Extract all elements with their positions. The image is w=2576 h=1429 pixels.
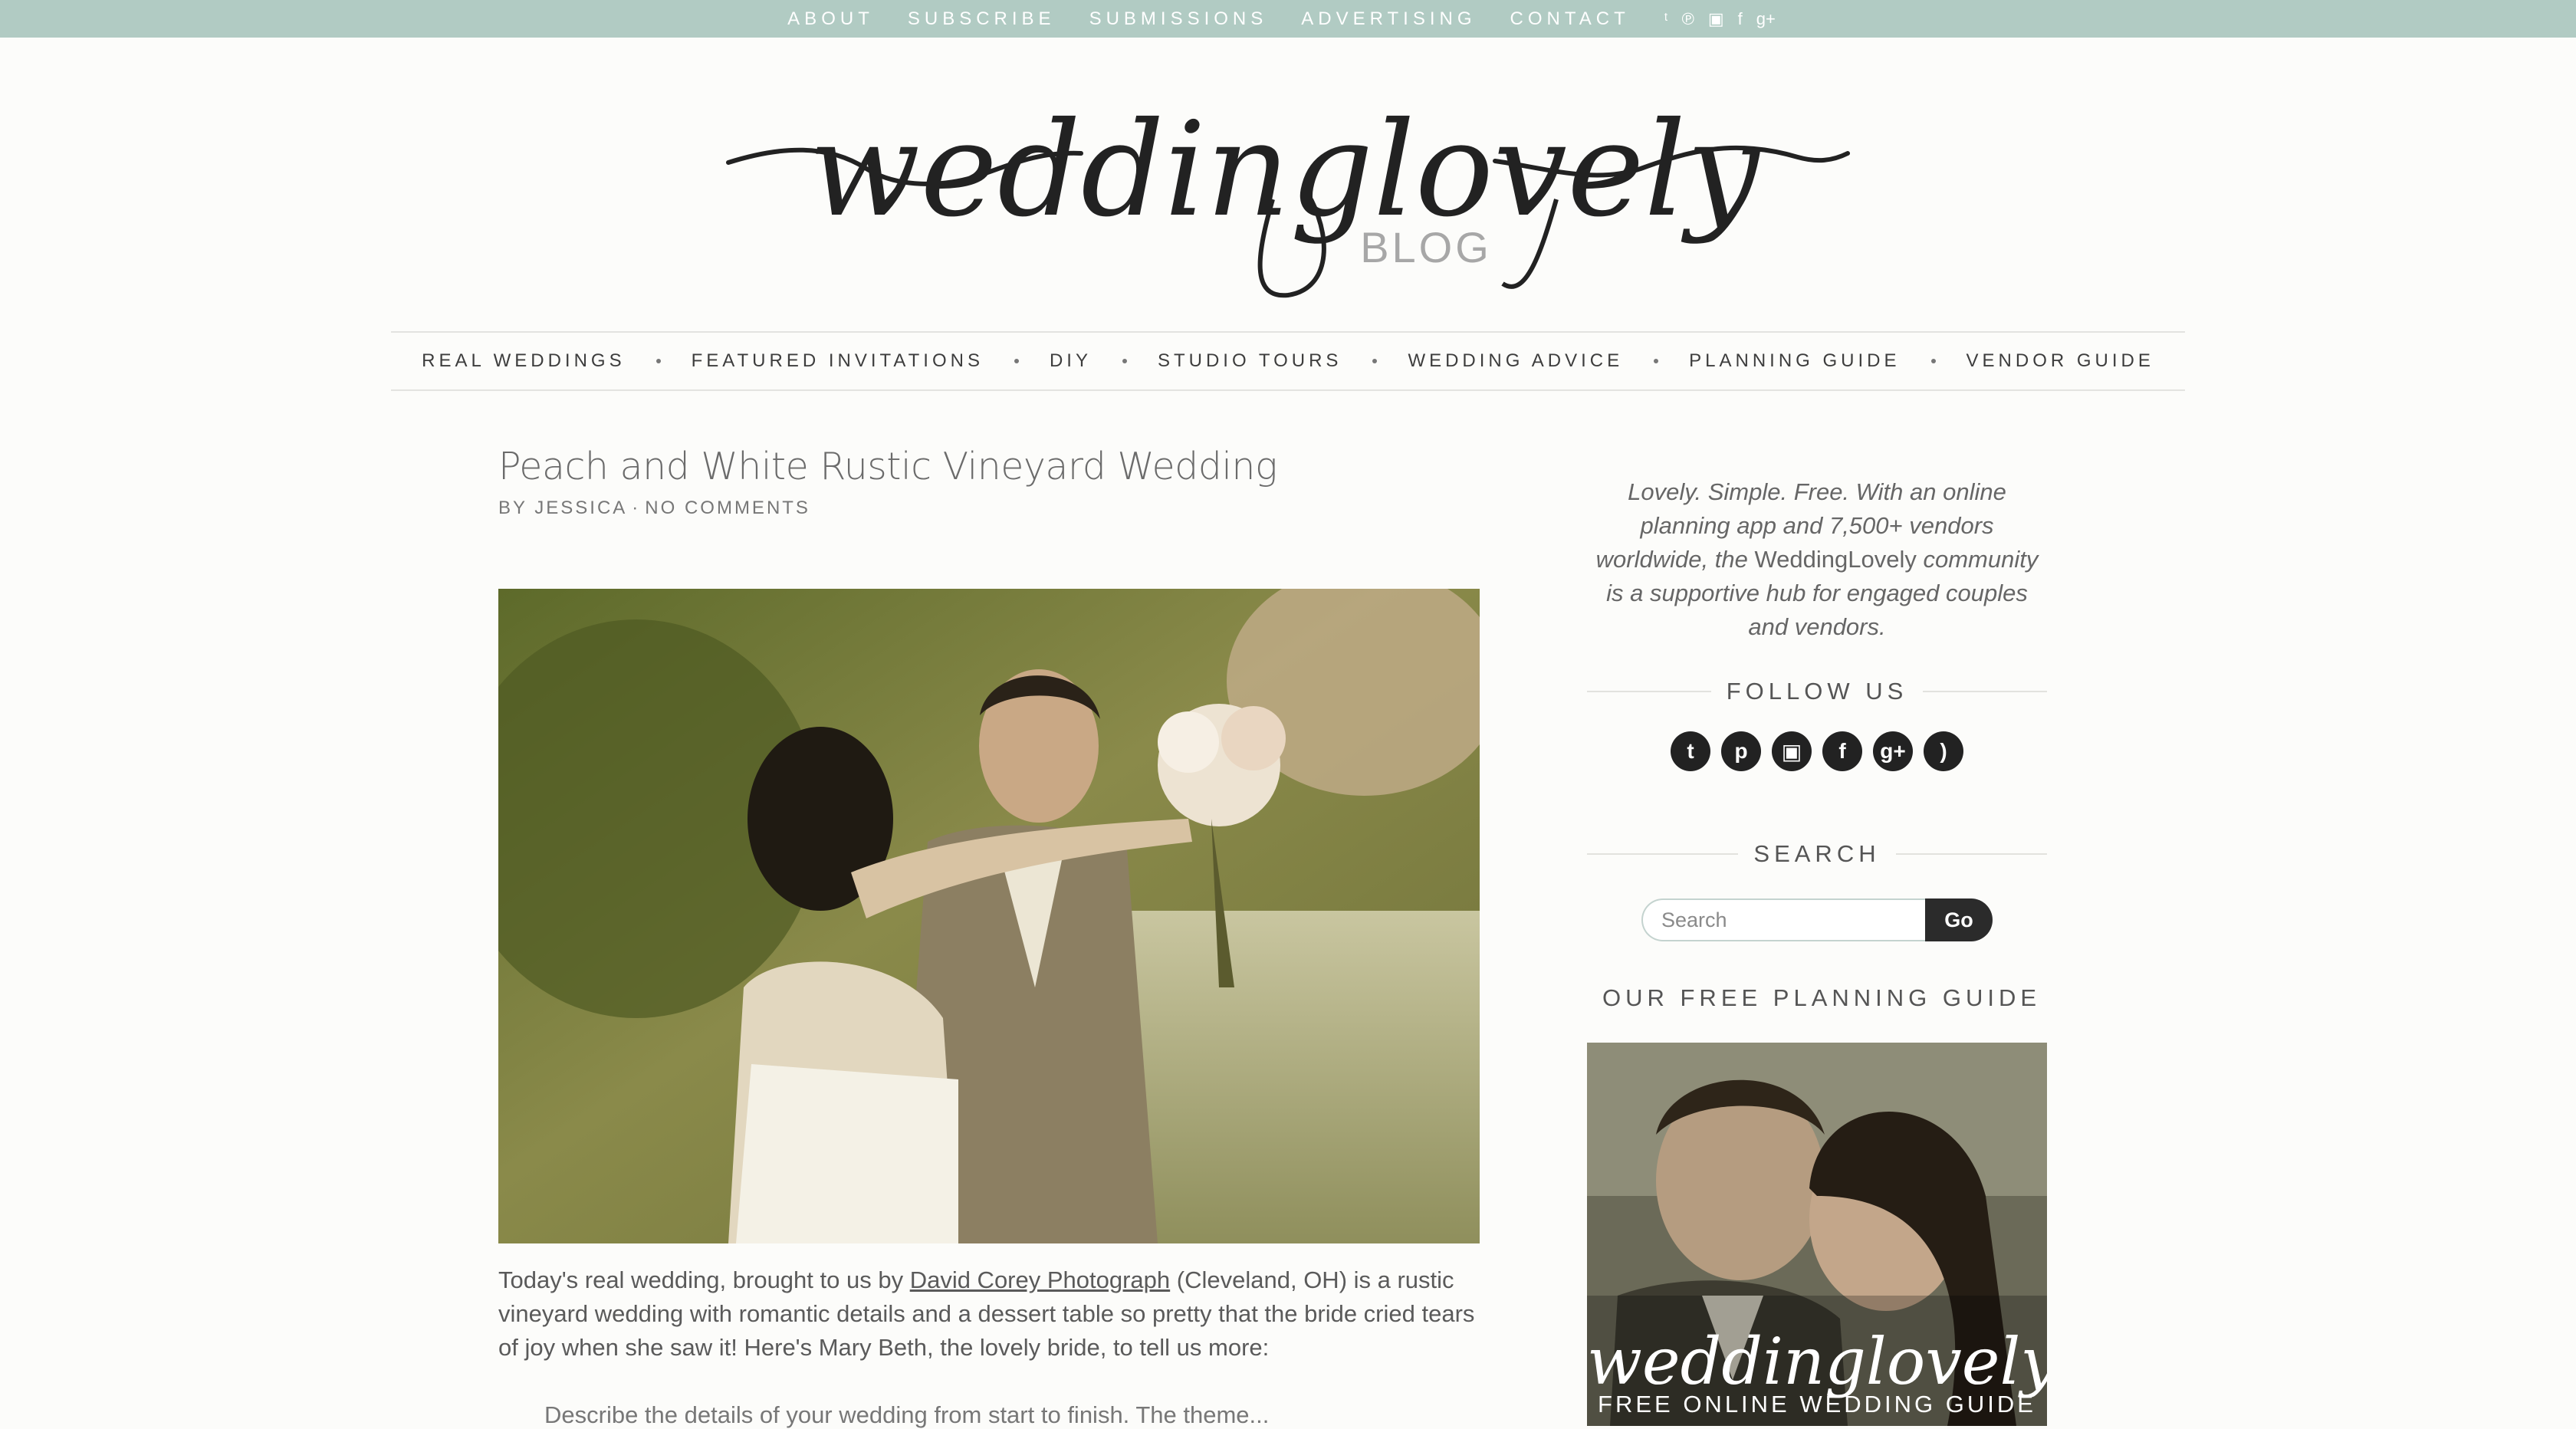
body-text-before: Today's real wedding, brought to us by	[498, 1266, 910, 1293]
photographer-link[interactable]: David Corey Photograph	[910, 1266, 1170, 1293]
planning-guide-banner[interactable]: weddinglovely FREE ONLINE WEDDING GUIDE	[1587, 1043, 2047, 1426]
follow-us-icons: t p ▣ f g+)	[1587, 731, 2047, 771]
heading-rule-left	[1587, 691, 1711, 692]
top-link-about[interactable]: ABOUT	[787, 8, 874, 30]
main-navigation: REAL WEDDINGS FEATURED INVITATIONS DIY STUD…	[391, 331, 2185, 391]
tagline-brand: WeddingLovely	[1754, 546, 1917, 573]
logo-script-text: weddinglovely	[809, 94, 1761, 246]
nav-item-vendor-guide[interactable]: VENDOR GUIDE	[1967, 350, 2154, 372]
pinterest-icon[interactable]: ℗	[1682, 10, 1694, 28]
top-bar-nav: ABOUT SUBSCRIBE SUBMISSIONS ADVERTISING CONT…	[770, 8, 1783, 30]
sidebar-tagline: Lovely. Simple. Free. With an online pla…	[1587, 475, 2047, 644]
search-input[interactable]	[1641, 898, 1925, 941]
top-bar: ABOUT SUBSCRIBE SUBMISSIONS ADVERTISING CONT…	[0, 0, 2576, 38]
guide-script-logo: weddinglovely	[1587, 1324, 2047, 1399]
heading-rule-right	[1923, 691, 2047, 692]
nav-separator-dot	[1014, 359, 1019, 363]
post-body-intro: Today's real wedding, brought to us by D…	[498, 1263, 1495, 1365]
top-link-contact[interactable]: CONTACT	[1510, 8, 1630, 30]
post-body-next-line: Describe the details of your wedding fro…	[544, 1401, 1270, 1428]
follow-us-title: FOLLOW US	[1726, 678, 1908, 705]
follow-us-heading: FOLLOW US	[1587, 678, 2047, 705]
nav-item-wedding-advice[interactable]: WEDDING ADVICE	[1408, 350, 1623, 372]
logo-graphic: weddinglovely BLOG	[726, 94, 1850, 298]
planning-guide-title: OUR FREE PLANNING GUIDE	[1602, 984, 2042, 1011]
twitter-icon[interactable]: ᵗ	[1664, 10, 1668, 28]
top-link-advertising[interactable]: ADVERTISING	[1301, 8, 1476, 30]
post-hero-image[interactable]	[498, 589, 1480, 1243]
heading-rule-right	[1895, 853, 2048, 855]
top-link-submissions[interactable]: SUBMISSIONS	[1089, 8, 1268, 30]
twitter-icon[interactable]: t	[1671, 731, 1710, 771]
nav-separator-dot	[656, 359, 661, 363]
google-plus-icon[interactable]: g+	[1756, 10, 1776, 28]
post-comments-link[interactable]: NO COMMENTS	[645, 498, 810, 518]
nav-item-featured-invitations[interactable]: FEATURED INVITATIONS	[692, 350, 984, 372]
post-article: Peach and White Rustic Vineyard Wedding …	[498, 445, 1480, 1428]
site-logo[interactable]: weddinglovely BLOG	[721, 54, 1855, 307]
instagram-icon[interactable]: ▣	[1708, 10, 1724, 28]
guide-caption: FREE ONLINE WEDDING GUIDE	[1598, 1391, 2036, 1418]
facebook-icon[interactable]: f	[1738, 10, 1743, 28]
search-title: SEARCH	[1753, 840, 1881, 867]
top-link-subscribe[interactable]: SUBSCRIBE	[908, 8, 1056, 30]
heading-rule-left	[1587, 853, 1739, 855]
nav-separator-dot	[1654, 359, 1659, 363]
meta-separator: ·	[632, 498, 641, 518]
post-meta: BY JESSICA · NO COMMENTS	[498, 498, 1480, 519]
post-author[interactable]: BY JESSICA	[498, 498, 627, 518]
google-plus-icon[interactable]: g+	[1873, 731, 1913, 771]
nav-separator-dot	[1372, 359, 1378, 363]
logo-sub-text: BLOG	[1360, 223, 1492, 271]
nav-separator-dot	[1122, 359, 1127, 363]
sidebar: Lovely. Simple. Free. With an online pla…	[1587, 475, 2048, 1426]
nav-item-planning-guide[interactable]: PLANNING GUIDE	[1689, 350, 1900, 372]
rss-icon[interactable]: )	[1924, 731, 1963, 771]
nav-separator-dot	[1930, 359, 1936, 363]
nav-item-real-weddings[interactable]: REAL WEDDINGS	[422, 350, 625, 372]
hero-photo-graphic	[498, 589, 1480, 1243]
search-go-button[interactable]: Go	[1925, 898, 1993, 941]
post-title[interactable]: Peach and White Rustic Vineyard Wedding	[498, 445, 1480, 488]
nav-item-diy[interactable]: DIY	[1050, 350, 1092, 372]
search-form: Go	[1587, 898, 2047, 941]
top-social-icons: ᵗ ℗ ▣ f g+	[1658, 10, 1783, 28]
planning-guide-heading: OUR FREE PLANNING GUIDE	[1587, 984, 2047, 1012]
instagram-icon[interactable]: ▣	[1772, 731, 1812, 771]
nav-item-studio-tours[interactable]: STUDIO TOURS	[1158, 350, 1342, 372]
pinterest-icon[interactable]: p	[1721, 731, 1761, 771]
facebook-icon[interactable]: f	[1822, 731, 1862, 771]
search-heading: SEARCH	[1587, 840, 2048, 868]
